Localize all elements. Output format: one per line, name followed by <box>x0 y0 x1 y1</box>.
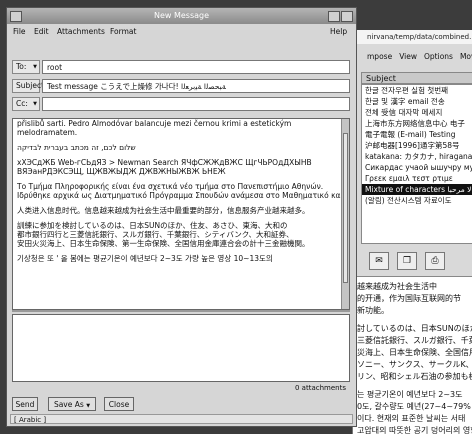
compose-menubar: File Edit Attachments Format Help <box>7 25 356 39</box>
cc-label-button[interactable]: Cc: ▼ <box>12 97 40 111</box>
mailbox-path: nirvana/temp/data/combined.mb <box>353 30 472 44</box>
message-row[interactable]: 沪邮电器[1996]通字第58号 <box>362 140 472 151</box>
attachment-list[interactable] <box>12 314 350 382</box>
message-list[interactable]: 한글 전자우편 실험 첫번째 한글 및 漢字 email 전송 전체 受信 대자막 … <box>361 84 472 244</box>
compose-window: New Message File Edit Attachments Format… <box>6 7 357 427</box>
preview-line: 三菱信託銀行、スルガ銀行、千葉銀 <box>357 336 472 345</box>
message-row[interactable]: Сикардас учаой ышучру мутее <box>362 162 472 173</box>
message-row[interactable]: 上海市东方网络信息中心 电子 <box>362 118 472 129</box>
save-as-button[interactable]: Save As ▼ <box>48 397 96 411</box>
copy-icon[interactable]: ❐ <box>397 252 417 270</box>
print-icon[interactable]: ⎙ <box>425 252 445 270</box>
cc-label: Cc: <box>16 99 28 108</box>
message-row[interactable]: (알림) 전산시스템 자료이도 <box>362 195 472 206</box>
maximize-button[interactable] <box>341 11 353 22</box>
attachments-count: 0 attachments <box>295 384 346 392</box>
dropdown-triangle-icon: ▼ <box>33 101 37 107</box>
body-line: хХЭСдЖБ Web-гСЬдЯЗ > Newman Search ЯЧфСЖ… <box>17 158 312 167</box>
mailbox-window: nirvana/temp/data/combined.mb mpose View… <box>352 30 472 434</box>
minimize-button[interactable] <box>328 11 340 22</box>
body-line: 人类进入信息时代。信息越来越成为社会生活中最重要的部分，信息服务产业越来越多。 <box>17 206 310 215</box>
body-line: Ιδρύθηκε αρχικά ως Διατμηματικό Πρόγραμμ… <box>17 191 343 200</box>
dropdown-triangle-icon: ▼ <box>33 64 37 70</box>
subject-column-header[interactable]: Subject <box>361 72 472 84</box>
subject-label: Subject: <box>12 79 47 93</box>
window-titlebar[interactable]: New Message <box>7 8 356 24</box>
menu-compose[interactable]: mpose <box>367 50 392 64</box>
body-line: melodramatem. <box>17 128 78 137</box>
menu-view[interactable]: View <box>399 50 417 64</box>
to-field[interactable]: root <box>42 60 350 74</box>
menu-move[interactable]: Move <box>460 50 472 64</box>
menu-format[interactable]: Format <box>110 25 136 39</box>
body-scrollbar-thumb[interactable] <box>343 133 348 283</box>
body-line: 安田火災海上、日本生命保険、第一生命保険、全国信用金庫連合会の計十三金融機関。 <box>17 239 310 248</box>
body-line: 기상청은 또 ' 올 봄에는 평균기온이 예년보다 2~3도 가량 높은 영상 … <box>17 254 273 263</box>
preview-line: 災海上、日本生命保険、全国信用 <box>357 348 472 357</box>
preview-line: リン、昭和シェル石油の参加も検討 <box>357 372 472 381</box>
subject-field[interactable]: Test message こうえで上燥修 가나다! ﺔﺒﺤﺼﻟا ﺔﻴﺑﺮﻌﻟا <box>42 79 350 93</box>
body-line: שלום לכם, זה מכתב בעברית לבדיקה <box>17 143 136 152</box>
menu-help[interactable]: Help <box>330 25 347 39</box>
message-row[interactable]: 전체 受信 대자막 메세지 <box>362 107 472 118</box>
envelope-icon[interactable]: ✉ <box>369 252 389 270</box>
window-title: New Message <box>153 11 210 20</box>
pane-splitter[interactable] <box>12 310 350 312</box>
body-line: ВЯЭанРДЭКСЭЩ, ЩЖВЖЫДЖ ДЖВЖНЫЖВЖ ЬНЕЖ <box>17 167 226 176</box>
body-line: přislibů sarti. Pedro Almodóvar balancuj… <box>17 119 292 128</box>
window-menu-button[interactable] <box>10 11 22 22</box>
to-label: To: <box>16 62 27 71</box>
message-row[interactable]: katakana: カタカナ, hiragana <box>362 151 472 162</box>
message-row[interactable]: 한글 및 漢字 email 전송 <box>362 96 472 107</box>
chevron-down-icon: ▼ <box>86 403 91 409</box>
preview-line: 이다. 현재의 표준한 날씨는 서태 <box>357 414 466 423</box>
body-scrollbar[interactable] <box>341 119 349 309</box>
preview-line: 越来越成为社会生活中 <box>357 282 437 291</box>
body-line: 都市銀行四行と三菱信託銀行、スルガ銀行、千葉銀行、シティバンク、大和証券、 <box>17 230 294 239</box>
message-preview: 越来越成为社会生活中的开通，作为国际互联网的节 新功能。討しているのは、日本SUN… <box>353 276 472 434</box>
message-body[interactable]: přislibů sarti. Pedro Almodóvar balancuj… <box>12 118 350 310</box>
menu-edit[interactable]: Edit <box>34 25 49 39</box>
preview-line: 0도, 갈수량도 예년(27~4~79% <box>357 402 471 411</box>
preview-line: ソニー、サンクス、サークルK、ミニス <box>357 360 472 369</box>
message-body-text: přislibů sarti. Pedro Almodóvar balancuj… <box>17 119 343 263</box>
send-button[interactable]: Send <box>12 397 38 411</box>
message-row[interactable]: 電子電報 (E-mail) Testing <box>362 129 472 140</box>
preview-line: 的开通，作为国际互联网的节 <box>357 294 461 303</box>
preview-line: 討しているのは、日本SUNのほか、住 <box>357 324 472 333</box>
mailbox-menubar: mpose View Options Move <box>353 50 472 64</box>
message-row[interactable]: Γρεεκ εμαιλ τεστ ρτιμε <box>362 173 472 184</box>
menu-options[interactable]: Options <box>424 50 453 64</box>
preview-line: 新功能。 <box>357 306 389 315</box>
status-bar: [ Arabic ] <box>10 414 353 424</box>
body-line: Το Τμήμα Πληροφορικής είναι ένα σχετικά … <box>17 182 324 191</box>
message-row[interactable]: 한글 전자우편 실험 첫번째 <box>362 85 472 96</box>
close-button[interactable]: Close <box>104 397 134 411</box>
to-label-button[interactable]: To: ▼ <box>12 60 40 74</box>
preview-line: 는 평균기온이 예년보다 2~3도 <box>357 390 463 399</box>
menu-file[interactable]: File <box>13 25 26 39</box>
body-line: 訓練に参加を検討しているのは、日本SUNのほか、住友、あさひ、東海、大和の <box>17 221 288 230</box>
message-row[interactable]: Mixture of characters لا مرحبا <box>362 184 472 195</box>
save-as-label: Save As <box>53 400 84 409</box>
mailbox-toolbar: ✉ ❐ ⎙ <box>369 252 445 270</box>
preview-line: 고압대의 따뜻한 공기 덩어리의 영향이 <box>357 426 472 434</box>
menu-attachments[interactable]: Attachments <box>57 25 105 39</box>
cc-field[interactable] <box>42 97 350 111</box>
